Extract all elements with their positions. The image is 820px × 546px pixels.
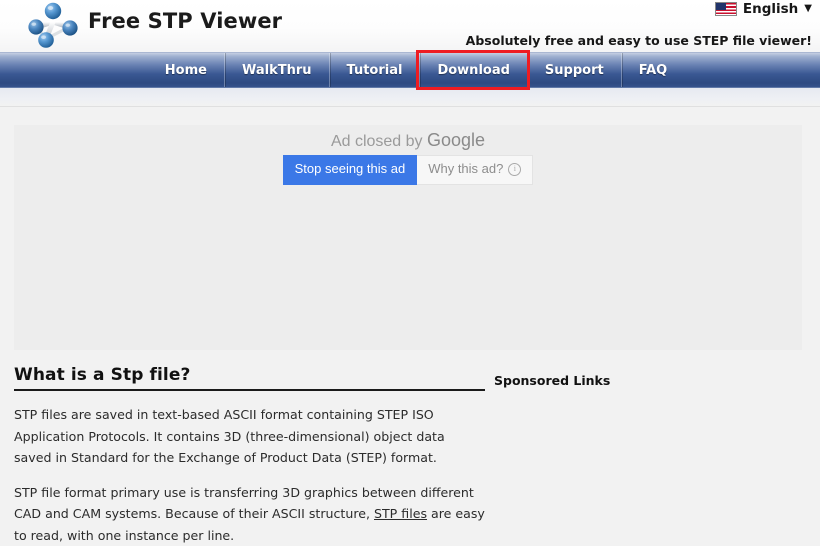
ad-panel: Ad closed by Google Stop seeing this ad … xyxy=(14,125,802,350)
nav-item-faq[interactable]: FAQ xyxy=(621,53,685,87)
language-selector[interactable]: English ▼ xyxy=(715,1,812,17)
site-header: Free STP Viewer English ▼ Absolutely fre… xyxy=(0,0,820,52)
nav-item-label: Support xyxy=(545,63,604,78)
google-wordmark: Google xyxy=(427,130,485,150)
info-icon: i xyxy=(508,163,521,176)
ad-closed-prefix: Ad closed by xyxy=(331,133,427,150)
nav-underlay xyxy=(0,88,820,107)
nav-item-label: Download xyxy=(437,63,509,78)
nav-item-home[interactable]: Home xyxy=(148,53,224,87)
paragraph-2: STP file format primary use is transferr… xyxy=(14,482,485,546)
nav-item-tutorial[interactable]: Tutorial xyxy=(329,53,420,87)
stop-seeing-this-ad-button[interactable]: Stop seeing this ad xyxy=(283,155,418,185)
language-label: English xyxy=(743,1,798,17)
ad-closed-label: Ad closed by Google xyxy=(14,130,802,151)
ad-button-group: Stop seeing this ad Why this ad? i xyxy=(14,155,802,185)
nav-item-label: Tutorial xyxy=(347,63,403,78)
paragraph-1: STP files are saved in text-based ASCII … xyxy=(14,404,485,469)
sponsored-links-heading: Sponsored Links xyxy=(494,373,804,388)
chevron-down-icon: ▼ xyxy=(804,4,812,14)
sidebar-column: Sponsored Links xyxy=(494,373,804,388)
page-root: Free STP Viewer English ▼ Absolutely fre… xyxy=(0,0,820,537)
molecule-icon[interactable] xyxy=(24,2,82,50)
nav-item-download[interactable]: Download xyxy=(419,53,526,87)
nav-item-label: Home xyxy=(165,63,207,78)
site-tagline: Absolutely free and easy to use STEP fil… xyxy=(466,33,812,48)
page-title: Free STP Viewer xyxy=(88,9,282,33)
why-this-ad-label: Why this ad? xyxy=(428,162,503,177)
section-heading: What is a Stp file? xyxy=(14,365,485,391)
nav-item-support[interactable]: Support xyxy=(527,53,621,87)
stp-files-link[interactable]: STP files xyxy=(374,506,427,521)
why-this-ad-button[interactable]: Why this ad? i xyxy=(417,155,533,185)
nav-item-label: FAQ xyxy=(639,63,668,78)
main-column: What is a Stp file? STP files are saved … xyxy=(14,365,485,546)
nav-item-label: WalkThru xyxy=(242,63,312,78)
us-flag-icon xyxy=(715,2,737,16)
main-navigation: Home WalkThru Tutorial Download Support FAQ xyxy=(0,52,820,88)
nav-item-walkthru[interactable]: WalkThru xyxy=(224,53,329,87)
